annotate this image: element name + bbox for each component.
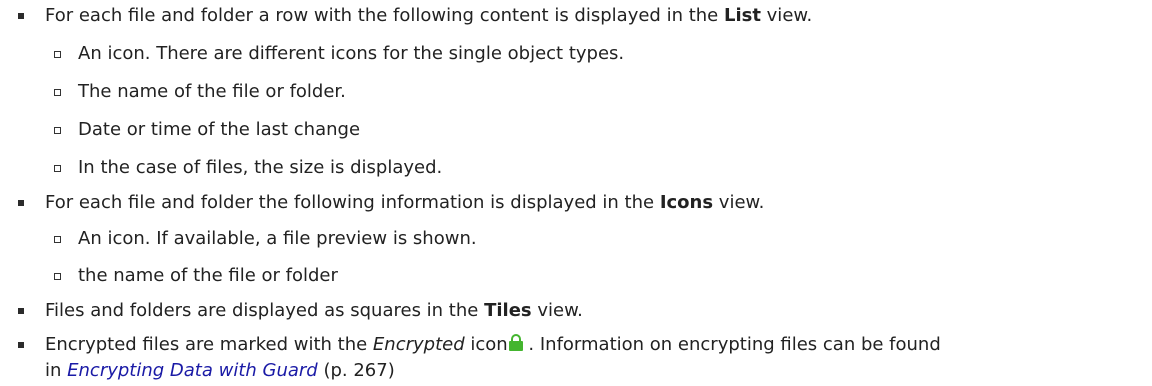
bullet-hollow-square [54,127,61,134]
sub-list-item-text: the name of the file or folder [78,265,338,286]
view-name-tiles: Tiles [484,300,532,321]
document-body: For each file and folder a row with the … [0,0,1152,386]
bullet-square [18,13,24,19]
list-item: Files and folders are displayed as squar… [0,296,1152,326]
list-item: For each file and folder the following i… [0,188,1152,218]
sub-list-item: An icon. There are different icons for t… [0,39,1152,69]
sub-list-item-text: An icon. There are different icons for t… [78,43,625,64]
view-name-icons: Icons [659,192,714,213]
bullet-square [18,200,24,206]
list-item: For each file and folder a row with the … [0,1,1152,31]
sub-list-item: The name of the file or folder. [0,77,1152,107]
list-item-text: For each file and folder a row with the … [45,5,813,26]
sub-list-item-text: In the case of files, the size is displa… [78,157,443,178]
sub-list-item: In the case of files, the size is displa… [0,153,1152,183]
sub-list-item: An icon. If available, a file preview is… [0,224,1152,254]
bullet-square [18,342,24,348]
bullet-hollow-square [54,51,61,58]
bullet-hollow-square [54,273,61,280]
sub-list-item-text: Date or time of the last change [78,119,361,140]
sub-list-item-text: The name of the file or folder. [78,81,346,102]
sub-list-item: the name of the file or folder [0,261,1152,291]
list-item-continuation: in Encrypting Data with Guard (p. 267) [45,360,395,381]
sub-list-item-text: An icon. If available, a file preview is… [78,228,477,249]
encrypted-term: Encrypted [372,334,465,355]
bullet-hollow-square [54,236,61,243]
bullet-hollow-square [54,89,61,96]
list-item-text: For each file and folder the following i… [45,192,765,213]
guard-encryption-link[interactable]: Encrypting Data with Guard [67,360,318,381]
view-name-list: List [723,5,761,26]
bullet-square [18,308,24,314]
list-item-text: Files and folders are displayed as squar… [45,300,583,321]
lock-icon [508,334,523,352]
sub-list-item: Date or time of the last change [0,115,1152,145]
bullet-hollow-square [54,165,61,172]
